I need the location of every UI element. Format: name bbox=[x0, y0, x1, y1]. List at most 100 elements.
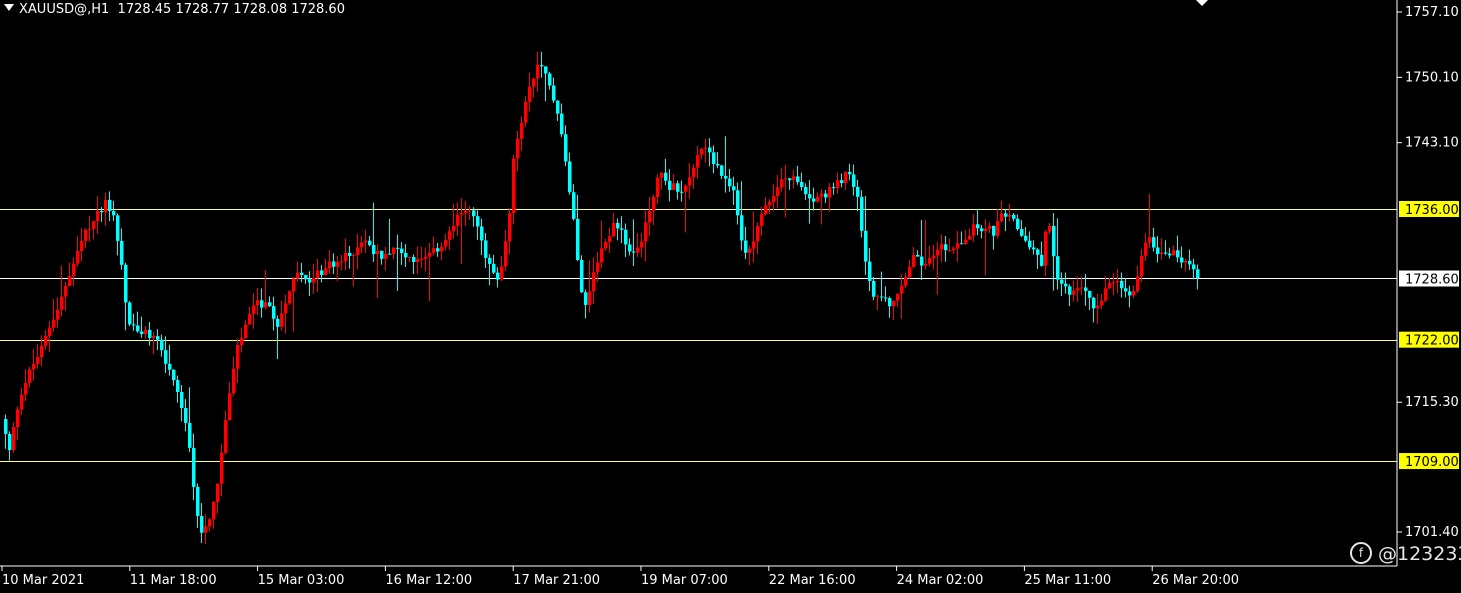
bull-candle bbox=[928, 257, 932, 264]
candlestick-chart[interactable]: 1757.10 1750.10 1743.10 1715.30 1701.40 10 M… bbox=[0, 0, 1461, 593]
bull-candle bbox=[416, 259, 420, 262]
chart-header[interactable]: XAUUSD@,H1 1728.45 1728.77 1728.08 1728.… bbox=[4, 2, 345, 17]
bull-candle bbox=[532, 78, 536, 87]
bull-candle bbox=[344, 252, 348, 262]
bull-candle bbox=[964, 239, 968, 245]
time-axis-ticks: 10 Mar 2021 11 Mar 18:00 15 Mar 03:00 16 Ma… bbox=[1, 566, 1239, 588]
bear-candle bbox=[472, 210, 476, 217]
bull-candle bbox=[656, 177, 660, 197]
scroll-marker-icon[interactable] bbox=[1196, 0, 1208, 6]
bear-candle bbox=[576, 218, 580, 261]
bull-candle bbox=[604, 241, 608, 249]
bull-candle bbox=[252, 305, 256, 314]
bear-candle bbox=[800, 182, 804, 188]
bull-candle bbox=[248, 313, 252, 325]
bull-candle bbox=[1184, 260, 1188, 263]
bear-candle bbox=[172, 369, 176, 381]
bear-candle bbox=[852, 174, 856, 187]
bull-candle bbox=[516, 138, 520, 159]
bear-candle bbox=[556, 100, 560, 114]
bull-candle bbox=[48, 327, 52, 337]
bear-candle bbox=[1012, 214, 1016, 219]
bull-candle bbox=[1148, 237, 1152, 243]
bull-candle bbox=[424, 256, 428, 259]
bull-candle bbox=[376, 250, 380, 255]
bear-candle bbox=[540, 65, 544, 67]
bear-candle bbox=[276, 318, 280, 327]
bear-candle bbox=[372, 245, 376, 255]
time-tick-label: 25 Mar 11:00 bbox=[1024, 573, 1111, 588]
bull-candle bbox=[768, 201, 772, 206]
level-label-1709.00: 1709.00 bbox=[1405, 455, 1459, 470]
bear-candle bbox=[584, 292, 588, 305]
bear-candle bbox=[1016, 218, 1020, 230]
bear-candle bbox=[944, 244, 948, 251]
bear-candle bbox=[260, 300, 264, 308]
bull-candle bbox=[52, 319, 56, 328]
bull-candle bbox=[20, 394, 24, 410]
bull-candle bbox=[1160, 252, 1164, 255]
bear-candle bbox=[108, 199, 112, 212]
bull-candle bbox=[456, 214, 460, 226]
bull-candle bbox=[12, 427, 16, 451]
price-tick-label: 1701.40 bbox=[1405, 525, 1459, 540]
symbol-label: XAUUSD@,H1 bbox=[19, 2, 110, 17]
bear-candle bbox=[872, 280, 876, 297]
bear-candle bbox=[396, 247, 400, 249]
bull-candle bbox=[1140, 255, 1144, 277]
bull-candle bbox=[588, 291, 592, 305]
bull-candle bbox=[96, 210, 100, 221]
bear-candle bbox=[436, 248, 440, 252]
bull-candle bbox=[896, 293, 900, 301]
bear-candle bbox=[976, 224, 980, 229]
time-tick-label: 17 Mar 21:00 bbox=[513, 573, 600, 588]
bull-candle bbox=[212, 501, 216, 520]
bull-candle bbox=[524, 101, 528, 123]
bear-candle bbox=[304, 275, 308, 280]
bear-candle bbox=[200, 515, 204, 533]
bear-candle bbox=[880, 296, 884, 298]
bull-candle bbox=[820, 193, 824, 197]
bear-candle bbox=[664, 172, 668, 181]
bull-candle bbox=[312, 277, 316, 283]
bull-candle bbox=[952, 248, 956, 251]
time-tick-label: 24 Mar 02:00 bbox=[897, 573, 984, 588]
bear-candle bbox=[1124, 288, 1128, 292]
bull-candle bbox=[232, 368, 236, 394]
bull-candle bbox=[220, 452, 224, 484]
bull-candle bbox=[428, 252, 432, 257]
bear-candle bbox=[1060, 279, 1064, 284]
bull-candle bbox=[536, 65, 540, 79]
bull-candle bbox=[684, 185, 688, 192]
bear-candle bbox=[724, 175, 728, 179]
bear-candle bbox=[1088, 290, 1092, 298]
bear-candle bbox=[544, 66, 548, 74]
bull-candle bbox=[240, 338, 244, 346]
bear-candle bbox=[916, 255, 920, 257]
bear-candle bbox=[808, 194, 812, 199]
bear-candle bbox=[788, 178, 792, 181]
bull-candle bbox=[748, 248, 752, 253]
bear-candle bbox=[496, 272, 500, 280]
bull-candle bbox=[816, 196, 820, 202]
dropdown-triangle-icon[interactable] bbox=[4, 4, 14, 11]
bull-candle bbox=[652, 196, 656, 211]
bull-candle bbox=[1104, 288, 1108, 301]
bull-candle bbox=[324, 268, 328, 276]
bull-candle bbox=[408, 257, 412, 259]
bear-candle bbox=[1064, 283, 1068, 287]
bear-candle bbox=[1180, 257, 1184, 263]
bull-candle bbox=[72, 263, 76, 277]
bull-candle bbox=[92, 220, 96, 229]
bear-candle bbox=[1056, 256, 1060, 280]
bull-candle bbox=[1100, 300, 1104, 306]
bull-candle bbox=[592, 272, 596, 292]
bull-candle bbox=[468, 210, 472, 212]
bear-candle bbox=[548, 73, 552, 86]
level-label-1736.00: 1736.00 bbox=[1405, 203, 1459, 218]
bull-candle bbox=[316, 270, 320, 278]
bear-candle bbox=[840, 180, 844, 184]
bear-candle bbox=[184, 407, 188, 423]
bull-candle bbox=[900, 285, 904, 294]
bear-candle bbox=[732, 186, 736, 191]
